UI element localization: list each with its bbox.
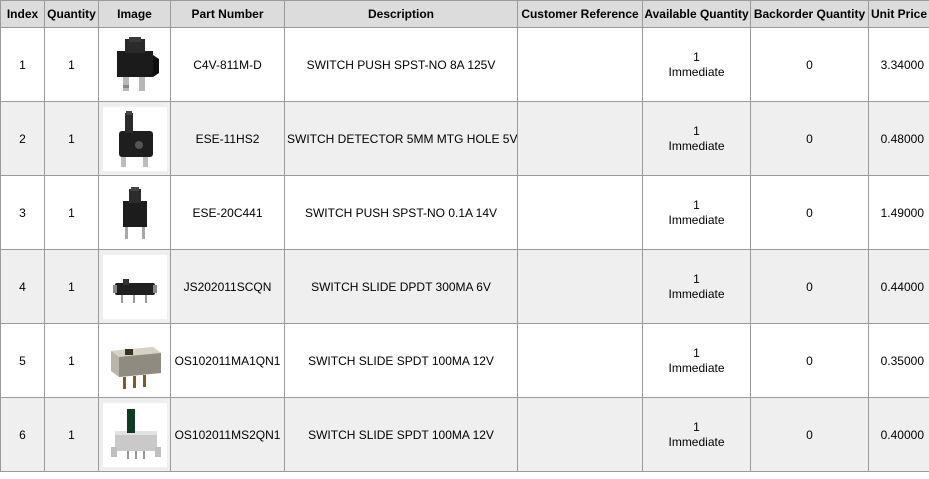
cell-index: 6 [0,397,45,472]
cell-available-quantity: 1 Immediate [642,397,751,472]
header-backorder-quantity[interactable]: Backorder Quantity [750,0,869,28]
table-row: 6 1 OS102011MS2QN1 SWITCH SLIDE SPDT 100… [0,397,929,472]
cell-unit-price: 0.44000 [868,249,929,324]
detector-switch-icon[interactable] [102,106,167,171]
available-status: Immediate [668,138,725,153]
cell-backorder-quantity: 0 [750,101,869,176]
header-unit-price[interactable]: Unit Price [868,0,929,28]
cell-customer-reference[interactable] [517,101,643,176]
cell-backorder-quantity: 0 [750,397,869,472]
header-image: Image [98,0,171,28]
cell-unit-price: 0.35000 [868,323,929,398]
cell-available-quantity: 1 Immediate [642,249,751,324]
available-qty: 1 [693,49,700,64]
table-row: 3 1 ESE-20C441 SWITCH PUSH SPST-NO 0.1A … [0,175,929,250]
available-qty: 1 [693,419,700,434]
cell-backorder-quantity: 0 [750,249,869,324]
header-row: Index Quantity Image Part Number Descrip… [0,0,929,28]
cell-part-number[interactable]: JS202011SCQN [170,249,285,324]
cell-description: SWITCH DETECTOR 5MM MTG HOLE 5V [284,101,518,176]
cell-description: SWITCH PUSH SPST-NO 0.1A 14V [284,175,518,250]
cell-image [98,27,171,102]
header-description[interactable]: Description [284,0,518,28]
cell-backorder-quantity: 0 [750,27,869,102]
cell-part-number[interactable]: OS102011MA1QN1 [170,323,285,398]
available-status: Immediate [668,360,725,375]
cell-customer-reference[interactable] [517,323,643,398]
cell-part-number[interactable]: OS102011MS2QN1 [170,397,285,472]
slide-switch-black-icon[interactable] [102,254,167,319]
header-quantity[interactable]: Quantity [44,0,99,28]
parts-table: Index Quantity Image Part Number Descrip… [0,0,929,472]
cell-description: SWITCH SLIDE SPDT 100MA 12V [284,397,518,472]
header-index[interactable]: Index [0,0,45,28]
cell-quantity: 1 [44,27,99,102]
cell-customer-reference[interactable] [517,249,643,324]
cell-index: 2 [0,101,45,176]
cell-unit-price: 0.48000 [868,101,929,176]
cell-description: SWITCH SLIDE DPDT 300MA 6V [284,249,518,324]
cell-part-number[interactable]: ESE-11HS2 [170,101,285,176]
cell-quantity: 1 [44,249,99,324]
cell-index: 4 [0,249,45,324]
slide-switch-green-icon[interactable] [102,402,167,467]
available-status: Immediate [668,64,725,79]
cell-unit-price: 3.34000 [868,27,929,102]
cell-image [98,323,171,398]
cell-description: SWITCH PUSH SPST-NO 8A 125V [284,27,518,102]
cell-available-quantity: 1 Immediate [642,101,751,176]
header-part-number[interactable]: Part Number [170,0,285,28]
available-qty: 1 [693,197,700,212]
header-customer-reference[interactable]: Customer Reference [517,0,643,28]
push-switch-small-icon[interactable] [102,180,167,245]
cell-unit-price: 0.40000 [868,397,929,472]
cell-part-number[interactable]: ESE-20C441 [170,175,285,250]
cell-available-quantity: 1 Immediate [642,27,751,102]
available-qty: 1 [693,271,700,286]
cell-image [98,101,171,176]
cell-quantity: 1 [44,101,99,176]
cell-index: 5 [0,323,45,398]
available-qty: 1 [693,345,700,360]
cell-index: 3 [0,175,45,250]
cell-backorder-quantity: 0 [750,323,869,398]
table-row: 5 1 OS102011MA1QN1 SWITCH SLIDE SPDT 100… [0,323,929,398]
available-status: Immediate [668,434,725,449]
cell-available-quantity: 1 Immediate [642,175,751,250]
cell-image [98,397,171,472]
push-switch-black-icon[interactable] [102,32,167,97]
cell-quantity: 1 [44,175,99,250]
available-qty: 1 [693,123,700,138]
cell-quantity: 1 [44,397,99,472]
available-status: Immediate [668,286,725,301]
cell-customer-reference[interactable] [517,27,643,102]
cell-image [98,175,171,250]
cell-part-number[interactable]: C4V-811M-D [170,27,285,102]
cell-image [98,249,171,324]
cell-index: 1 [0,27,45,102]
table-row: 4 1 JS202011SCQN SWITCH SLIDE DPDT 300MA… [0,249,929,324]
cell-quantity: 1 [44,323,99,398]
table-row: 1 1 C4V-811M-D SWITCH PUSH SPST-NO 8A 12… [0,27,929,102]
header-available-quantity[interactable]: Available Quantity [642,0,751,28]
cell-customer-reference[interactable] [517,175,643,250]
cell-customer-reference[interactable] [517,397,643,472]
slide-switch-metal-icon[interactable] [102,328,167,393]
cell-available-quantity: 1 Immediate [642,323,751,398]
available-status: Immediate [668,212,725,227]
cell-description: SWITCH SLIDE SPDT 100MA 12V [284,323,518,398]
table-row: 2 1 ESE-11HS2 SWITCH DETECTOR 5MM MTG HO… [0,101,929,176]
cell-unit-price: 1.49000 [868,175,929,250]
cell-backorder-quantity: 0 [750,175,869,250]
